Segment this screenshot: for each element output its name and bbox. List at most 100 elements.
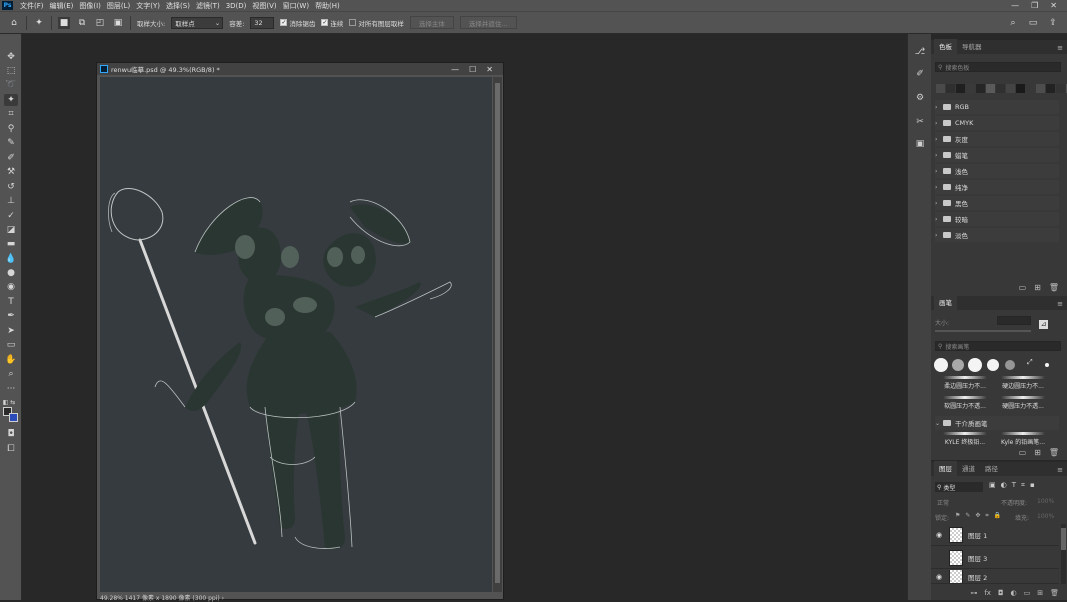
panel-menu-icon[interactable]: ≡ [1057, 44, 1063, 52]
delete-icon[interactable]: 🗑 [1049, 448, 1059, 457]
swatch-folder[interactable]: › RGB [935, 100, 1059, 114]
history-brush-tool-icon[interactable]: ↺ [4, 181, 18, 193]
contiguous-checkbox[interactable]: ✓ 连续 [321, 18, 343, 28]
brush-tip-preview[interactable] [952, 359, 964, 371]
color-swatch[interactable] [1026, 84, 1035, 93]
sample-size-select[interactable]: 取样点 ⌄ [171, 16, 224, 29]
new-group-icon[interactable]: ▭ [1019, 283, 1027, 292]
brush-preset[interactable]: 软圆压力不透... [937, 396, 993, 410]
scrollbar-thumb[interactable] [1061, 528, 1066, 550]
move-tool-icon[interactable]: ✥ [4, 51, 18, 63]
mask-icon[interactable]: ◘ [998, 589, 1004, 597]
brush-preset[interactable]: KYLE 终极铅... [937, 432, 993, 446]
swatch-folder[interactable]: › 灰度 [935, 132, 1059, 146]
rectangle-tool-icon[interactable]: ▭ [4, 339, 18, 351]
opacity-value[interactable]: 100% [1037, 498, 1054, 505]
brush-tip-preview[interactable] [934, 358, 948, 372]
brush-size-slider[interactable] [935, 330, 1031, 332]
swatch-search-input[interactable]: ⚲ 搜索色板 [935, 62, 1061, 72]
lock-icons[interactable]: ⚑✎✥⌗🔒 [955, 512, 1006, 520]
clone-stamp-tool-icon[interactable]: ⚒ [4, 166, 18, 178]
brush-tip-preview[interactable] [987, 359, 999, 371]
hand-tool-icon[interactable]: ✋ [4, 354, 18, 366]
home-icon[interactable]: ⌂ [8, 17, 20, 29]
more-tools-icon[interactable]: ··· [4, 383, 18, 395]
brush-tip-preview[interactable] [1005, 360, 1015, 370]
tab-navigator[interactable]: 导航器 [957, 39, 987, 54]
quick-mask-icon[interactable]: ◘ [4, 428, 18, 440]
swatch-folder[interactable]: › CMYK [935, 116, 1059, 130]
restore-icon[interactable]: ❐ [1031, 1, 1038, 10]
doc-minimize-icon[interactable]: — [451, 65, 459, 74]
swatch-folder[interactable]: › 黑色 [935, 196, 1059, 210]
brush-preset[interactable]: 硬圆压力不透... [995, 396, 1051, 410]
color-swatch[interactable] [996, 84, 1005, 93]
brush-group-dry-media[interactable]: ⌄ 干介质画笔 [935, 416, 1059, 430]
tab-paths[interactable]: 路径 [980, 461, 1003, 476]
canvas[interactable] [100, 77, 492, 592]
brush-tip-preview[interactable] [968, 358, 982, 372]
select-and-mask-button[interactable]: 选择并遮住... [459, 16, 517, 29]
brush-settings-icon[interactable]: ✐ [914, 68, 926, 80]
menu-filter[interactable]: 滤镜(T) [193, 1, 223, 11]
folder-icon[interactable]: ▭ [1024, 589, 1031, 597]
menu-image[interactable]: 图像(I) [76, 1, 104, 11]
tab-channels[interactable]: 通道 [957, 461, 980, 476]
color-swatch[interactable] [986, 84, 995, 93]
swatch-folder[interactable]: › 淡色 [935, 228, 1059, 242]
adjustment-layer-icon[interactable]: ◐ [1011, 589, 1017, 597]
tab-layers[interactable]: 图层 [934, 461, 957, 476]
color-swatch[interactable] [966, 84, 975, 93]
doc-maximize-icon[interactable]: ☐ [469, 65, 476, 74]
new-brush-button-icon[interactable]: ⊞ [1034, 448, 1041, 457]
fx-icon[interactable]: fx [984, 589, 991, 597]
magic-wand-tool-icon[interactable]: ✦ [4, 94, 18, 106]
menu-view[interactable]: 视图(V) [249, 1, 279, 11]
menu-help[interactable]: 帮助(H) [312, 1, 343, 11]
menu-edit[interactable]: 编辑(E) [47, 1, 77, 11]
background-color-swatch[interactable] [9, 413, 18, 422]
sample-all-layers-checkbox[interactable]: 对所有图层取样 [349, 18, 404, 28]
dodge-tool-icon[interactable]: ● [4, 267, 18, 279]
brush-tip-preview-icon[interactable]: ⤢ [1027, 358, 1033, 367]
swatch-folder[interactable]: › 纯净 [935, 180, 1059, 194]
path-selection-tool-icon[interactable]: ➤ [4, 325, 18, 337]
workspace-icon[interactable]: ▭ [1027, 17, 1039, 29]
new-selection-icon[interactable]: ■ [58, 16, 70, 29]
brush-size-input[interactable] [997, 316, 1031, 325]
stamp-tool-icon[interactable]: ⊥ [4, 195, 18, 207]
brush-preset[interactable]: 柔边圆压力不... [937, 376, 993, 390]
brush-preset[interactable]: Kyle 的铅画笔... [995, 432, 1051, 446]
brush-tool-icon[interactable]: ✐ [4, 152, 18, 164]
panel-menu-icon[interactable]: ≡ [1057, 466, 1063, 474]
eye-icon[interactable]: ◉ [936, 573, 944, 581]
subtract-selection-icon[interactable]: ◰ [94, 17, 106, 29]
document-titlebar[interactable]: renwu临摹.psd @ 49.3%(RGB/8) * — ☐ ✕ [97, 63, 503, 75]
antialias-checkbox[interactable]: ✓ 消除锯齿 [280, 18, 315, 28]
brush-search-input[interactable]: ⚲ 搜索画笔 [935, 341, 1061, 351]
lasso-tool-icon[interactable]: ➰ [4, 79, 18, 91]
eyedropper-tool-icon[interactable]: ⚲ [4, 123, 18, 135]
magic-wand-icon[interactable]: ✦ [33, 17, 45, 29]
menu-layer[interactable]: 图层(L) [104, 1, 133, 11]
new-group-icon[interactable]: ▭ [1019, 448, 1027, 457]
minimize-icon[interactable]: — [1011, 1, 1019, 10]
brush-tip-preview[interactable] [1045, 363, 1049, 367]
color-swatch[interactable] [1046, 84, 1055, 93]
color-swatch[interactable] [1036, 84, 1045, 93]
layer-filter-select[interactable]: ⚲ 类型 [935, 482, 983, 492]
blend-mode-select[interactable]: 正常 [937, 498, 949, 507]
marquee-tool-icon[interactable]: ⬚ [4, 65, 18, 77]
layer-row[interactable]: 图层 3 [931, 547, 1059, 569]
swatch-folder[interactable]: › 较暗 [935, 212, 1059, 226]
type-tool-icon[interactable]: T [4, 296, 18, 308]
tab-swatches[interactable]: 色板 [934, 39, 957, 54]
vertical-scrollbar[interactable] [493, 77, 502, 592]
menu-type[interactable]: 文字(Y) [133, 1, 163, 11]
menu-window[interactable]: 窗口(W) [280, 1, 312, 11]
color-swatch[interactable] [1056, 84, 1065, 93]
layers-scrollbar[interactable] [1061, 524, 1066, 584]
menu-select[interactable]: 选择(S) [163, 1, 193, 11]
color-swatch[interactable] [936, 84, 945, 93]
intersect-selection-icon[interactable]: ▣ [112, 17, 124, 29]
